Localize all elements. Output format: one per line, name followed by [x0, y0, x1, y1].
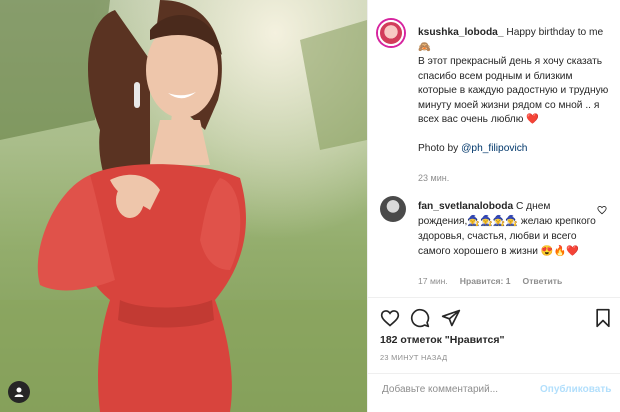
comment-likes[interactable]: Нравится: 1 [460, 276, 511, 286]
comment-item: fan_svetlanaloboda С днем рождения,🧙‍♀️🧙… [418, 199, 598, 259]
publish-button[interactable]: Опубликовать [540, 384, 611, 395]
photo-credit-label: Photo by [418, 143, 459, 154]
post-sidebar: ksushka_loboda_ Happy birthday to me 🙈 В… [367, 0, 620, 412]
likes-count[interactable]: 182 отметок "Нравится" [380, 334, 504, 346]
comment-input[interactable] [380, 383, 534, 396]
comment-username[interactable]: fan_svetlanaloboda [418, 201, 513, 212]
comment-time[interactable]: 17 мин. [418, 276, 448, 286]
caption-body: В этот прекрасный день я хочу сказать сп… [418, 56, 609, 125]
caption-time[interactable]: 23 мин. [418, 173, 449, 183]
commenter-avatar[interactable] [380, 196, 406, 222]
caption-username[interactable]: ksushka_loboda_ [418, 27, 504, 38]
comment-like-icon[interactable] [597, 205, 607, 215]
post-caption: ksushka_loboda_ Happy birthday to me 🙈 В… [418, 26, 613, 187]
post-timestamp[interactable]: 23 МИНУТ НАЗАД [380, 353, 447, 362]
comment-meta: 17 мин. Нравится: 1 Ответить [418, 276, 562, 286]
heart-icon[interactable] [380, 308, 400, 328]
photographer-mention[interactable]: @ph_filipovich [461, 143, 527, 154]
reply-button[interactable]: Ответить [523, 276, 563, 286]
person-glyph [14, 387, 24, 397]
author-avatar[interactable] [378, 20, 404, 46]
share-icon[interactable] [441, 308, 461, 328]
post-photo[interactable] [0, 0, 367, 412]
add-comment-bar: Опубликовать [368, 373, 620, 411]
bookmark-icon[interactable] [594, 308, 612, 328]
post-actions: 182 отметок "Нравится" 23 МИНУТ НАЗАД Оп… [368, 297, 620, 410]
comments-section: ksushka_loboda_ Happy birthday to me 🙈 В… [368, 0, 620, 300]
photo-illustration [0, 0, 367, 412]
comment-icon[interactable] [410, 308, 430, 328]
instagram-post: ksushka_loboda_ Happy birthday to me 🙈 В… [0, 0, 620, 412]
user-icon[interactable] [8, 381, 30, 403]
